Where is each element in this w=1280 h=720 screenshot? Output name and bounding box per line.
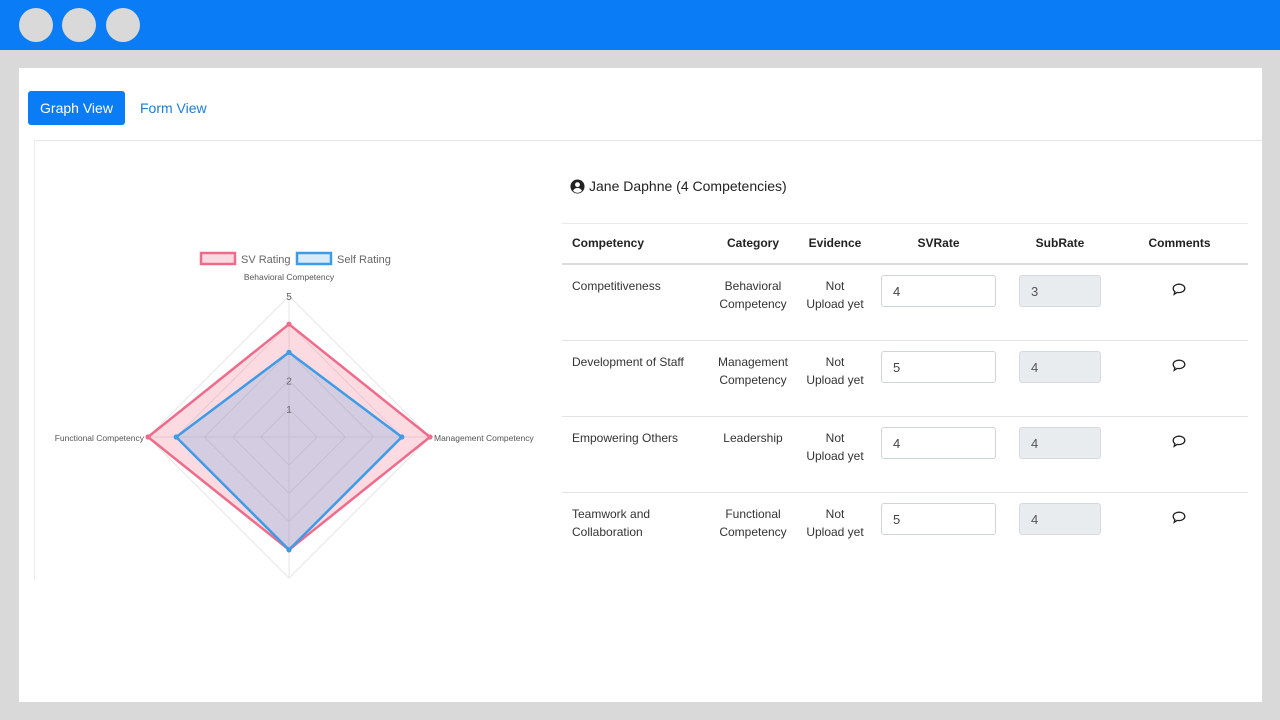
table-row: Empowering Others Leadership Not Upload … <box>562 417 1248 493</box>
user-circle-icon <box>570 178 585 194</box>
header-comments: Comments <box>1148 236 1211 250</box>
axis-label: Functional Competency <box>55 433 145 443</box>
tick-label: 2 <box>286 377 292 388</box>
legend-swatch <box>199 251 237 266</box>
svrate-input[interactable] <box>881 427 996 459</box>
header-subrate: SubRate <box>1035 236 1085 250</box>
comment-icon[interactable] <box>1172 435 1186 448</box>
cell-competency: Teamwork and Collaboration <box>572 507 651 539</box>
cell-category: Behavioral Competency <box>719 279 787 311</box>
tab-graph-view[interactable]: Graph View <box>28 91 125 125</box>
tick-label: 1 <box>286 405 292 416</box>
series-point <box>286 547 292 553</box>
cell-category: Leadership <box>723 431 783 445</box>
legend-label: Self Rating <box>337 254 391 266</box>
main-panel: Graph View Form View 1 2 5 Behavioral Compe… <box>19 68 1262 702</box>
cell-evidence: Not Upload yet <box>806 355 864 387</box>
header-competency: Competency <box>572 236 645 250</box>
cell-competency: Competitiveness <box>572 279 661 293</box>
user-header: Jane Daphne (4 Competencies) <box>570 178 787 194</box>
window-control-3[interactable] <box>106 8 140 42</box>
user-name: Jane Daphne (4 Competencies) <box>589 178 787 194</box>
table-row: Competitiveness Behavioral Competency No… <box>562 265 1248 341</box>
series-point <box>145 434 151 440</box>
series-point <box>427 434 433 440</box>
table-row: Development of Staff Management Competen… <box>562 341 1248 417</box>
radar-chart: 1 2 5 Behavioral Competency Management Compe… <box>55 251 534 579</box>
comment-icon[interactable] <box>1172 283 1186 296</box>
cell-category: Functional Competency <box>719 507 787 539</box>
legend-swatch <box>295 251 333 266</box>
table-row: Teamwork and Collaboration Functional Co… <box>562 493 1248 569</box>
svrate-input[interactable] <box>881 351 996 383</box>
table-top-border <box>562 223 1248 224</box>
window-control-1[interactable] <box>19 8 53 42</box>
window-titlebar <box>0 0 1280 50</box>
subrate-field <box>1019 503 1101 535</box>
svrate-input[interactable] <box>881 503 996 535</box>
series-point <box>286 349 292 355</box>
subrate-field <box>1019 351 1101 383</box>
comment-icon[interactable] <box>1172 359 1186 372</box>
legend-label: SV Rating <box>241 254 291 266</box>
subrate-field <box>1019 427 1101 459</box>
cell-competency: Empowering Others <box>572 431 679 445</box>
cell-evidence: Not Upload yet <box>806 431 864 463</box>
header-evidence: Evidence <box>808 236 862 250</box>
header-svrate: SVRate <box>917 236 960 250</box>
cell-evidence: Not Upload yet <box>806 279 864 311</box>
window-control-2[interactable] <box>62 8 96 42</box>
series-point <box>286 321 292 327</box>
series-point <box>399 434 405 440</box>
tab-form-view[interactable]: Form View <box>140 91 207 125</box>
cell-category: Management Competency <box>717 355 789 387</box>
axis-label: Behavioral Competency <box>244 272 335 282</box>
cell-competency: Development of Staff <box>572 355 684 369</box>
comment-icon[interactable] <box>1172 511 1186 524</box>
header-category: Category <box>726 236 779 250</box>
subrate-field <box>1019 275 1101 307</box>
cell-evidence: Not Upload yet <box>806 507 864 539</box>
tick-label: 5 <box>286 292 292 303</box>
series-point <box>173 434 179 440</box>
svrate-input[interactable] <box>881 275 996 307</box>
axis-label: Management Competency <box>434 433 534 443</box>
